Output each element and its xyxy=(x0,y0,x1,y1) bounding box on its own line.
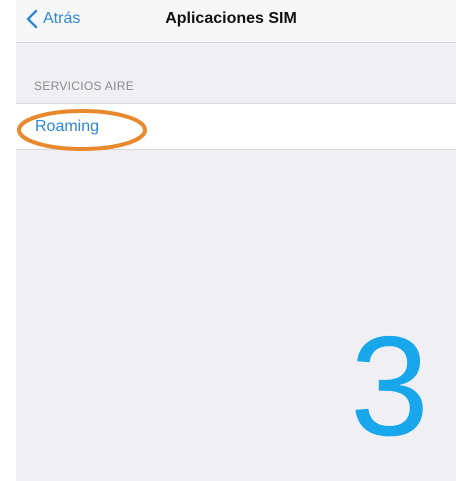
chevron-left-icon xyxy=(26,9,43,29)
highlight-circle xyxy=(17,109,147,151)
section-header: SERVICIOS AIRE xyxy=(34,79,135,93)
step-number: 3 xyxy=(350,307,429,466)
back-button[interactable]: Atrás xyxy=(26,9,80,29)
phone-screen: Atrás Aplicaciones SIM SERVICIOS AIRE Ro… xyxy=(16,0,456,481)
navigation-bar: Atrás Aplicaciones SIM xyxy=(16,0,456,43)
page-title: Aplicaciones SIM xyxy=(165,10,297,27)
list-item-roaming[interactable]: Roaming xyxy=(16,103,456,151)
back-label: Atrás xyxy=(43,10,81,27)
